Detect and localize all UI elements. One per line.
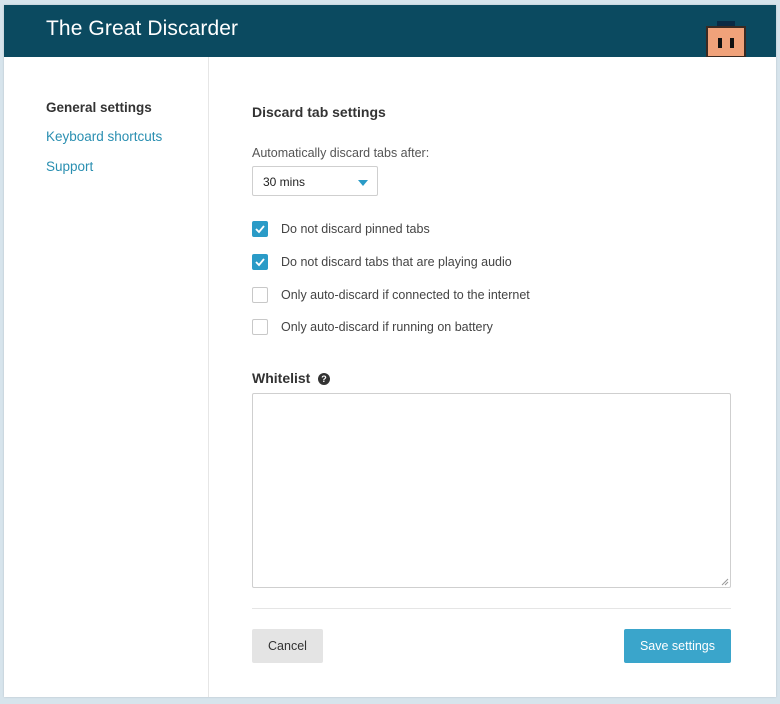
whitelist-textarea[interactable] xyxy=(252,393,731,588)
app-header: The Great Discarder xyxy=(4,5,776,58)
checkmark-icon xyxy=(255,258,265,267)
sidebar: General settings Keyboard shortcuts Supp… xyxy=(4,57,209,697)
sidebar-item-keyboard-shortcuts[interactable]: Keyboard shortcuts xyxy=(46,129,162,144)
settings-window: The Great Discarder General settings Key… xyxy=(4,5,776,697)
audio-tabs-label: Do not discard tabs that are playing aud… xyxy=(281,255,512,269)
divider xyxy=(252,608,731,609)
internet-label: Only auto-discard if connected to the in… xyxy=(281,288,530,302)
discard-after-label: Automatically discard tabs after: xyxy=(252,146,430,160)
whitelist-title: Whitelist xyxy=(252,370,311,386)
discarder-logo-icon xyxy=(705,21,747,58)
discard-after-select[interactable]: 30 mins xyxy=(252,166,378,196)
app-title: The Great Discarder xyxy=(46,17,239,40)
audio-tabs-checkbox[interactable] xyxy=(252,254,268,270)
resize-grip-icon[interactable] xyxy=(721,578,729,586)
caret-down-icon xyxy=(358,180,368,186)
pinned-tabs-checkbox[interactable] xyxy=(252,221,268,237)
save-settings-button[interactable]: Save settings xyxy=(624,629,731,663)
discard-after-value: 30 mins xyxy=(263,175,306,189)
checkmark-icon xyxy=(255,225,265,234)
pinned-tabs-label: Do not discard pinned tabs xyxy=(281,222,430,236)
section-title: Discard tab settings xyxy=(252,104,386,120)
sidebar-item-support[interactable]: Support xyxy=(46,159,93,174)
sidebar-item-general-settings[interactable]: General settings xyxy=(46,100,152,115)
question-circle-icon[interactable]: ? xyxy=(318,373,330,385)
internet-checkbox[interactable] xyxy=(252,287,268,303)
battery-label: Only auto-discard if running on battery xyxy=(281,320,493,334)
cancel-button[interactable]: Cancel xyxy=(252,629,323,663)
battery-checkbox[interactable] xyxy=(252,319,268,335)
